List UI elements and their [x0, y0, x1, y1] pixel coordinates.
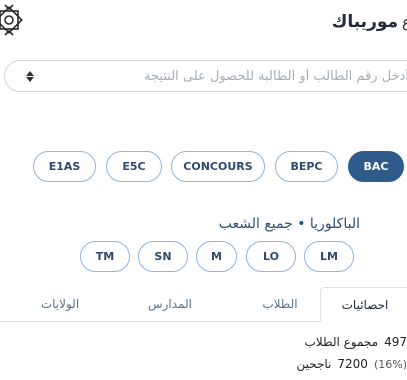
app-brand[interactable]: ع موريباك — [277, 10, 407, 34]
stat-passed: (16%) 7200 ناجحين — [207, 353, 407, 375]
stat-total: 497 مجموع الطلاب — [207, 331, 407, 353]
exam-pill-e5c[interactable]: E5C — [106, 151, 162, 182]
stream-pill-tm[interactable]: TM — [80, 241, 130, 272]
stream-pill-lm[interactable]: LM — [304, 241, 354, 272]
stat-total-value: 497 — [384, 335, 407, 349]
stat-passed-label: ناجحين — [296, 357, 332, 371]
ornamental-star-logo-icon — [0, 4, 23, 36]
brand-mark: ع — [402, 13, 407, 31]
stat-passed-value: 7200 — [337, 357, 368, 371]
student-number-input[interactable] — [35, 60, 407, 92]
tab-regions[interactable]: الولايات — [20, 287, 100, 321]
exam-pill-concours[interactable]: CONCOURS — [171, 151, 265, 182]
exam-pill-e1as[interactable]: E1AS — [33, 151, 96, 182]
logo — [0, 2, 24, 38]
stream-pill-lo[interactable]: LO — [246, 241, 296, 272]
brand-title: موريباك — [331, 12, 399, 32]
search-box — [4, 60, 407, 92]
stats-panel: 497 مجموع الطلاب (16%) 7200 ناجحين — [207, 331, 407, 375]
exam-pill-bepc[interactable]: BEPC — [275, 151, 338, 182]
number-stepper[interactable] — [25, 70, 35, 82]
section-title: الباكلوريا • جميع الشعب — [218, 216, 360, 232]
results-tabs: احصائيات الطلاب المدارس الولايات — [0, 287, 407, 322]
tab-statistics[interactable]: احصائيات — [320, 287, 407, 322]
tab-schools[interactable]: المدارس — [130, 287, 210, 321]
stream-pill-sn[interactable]: SN — [138, 241, 188, 272]
stat-total-label: مجموع الطلاب — [304, 335, 379, 349]
stream-pill-m[interactable]: M — [196, 241, 237, 272]
stepper-down-icon[interactable] — [26, 76, 34, 82]
stepper-up-icon[interactable] — [26, 70, 34, 76]
tab-students[interactable]: الطلاب — [250, 287, 310, 321]
exam-pill-bac[interactable]: BAC — [348, 151, 404, 182]
stat-passed-percent: (16%) — [373, 357, 407, 371]
